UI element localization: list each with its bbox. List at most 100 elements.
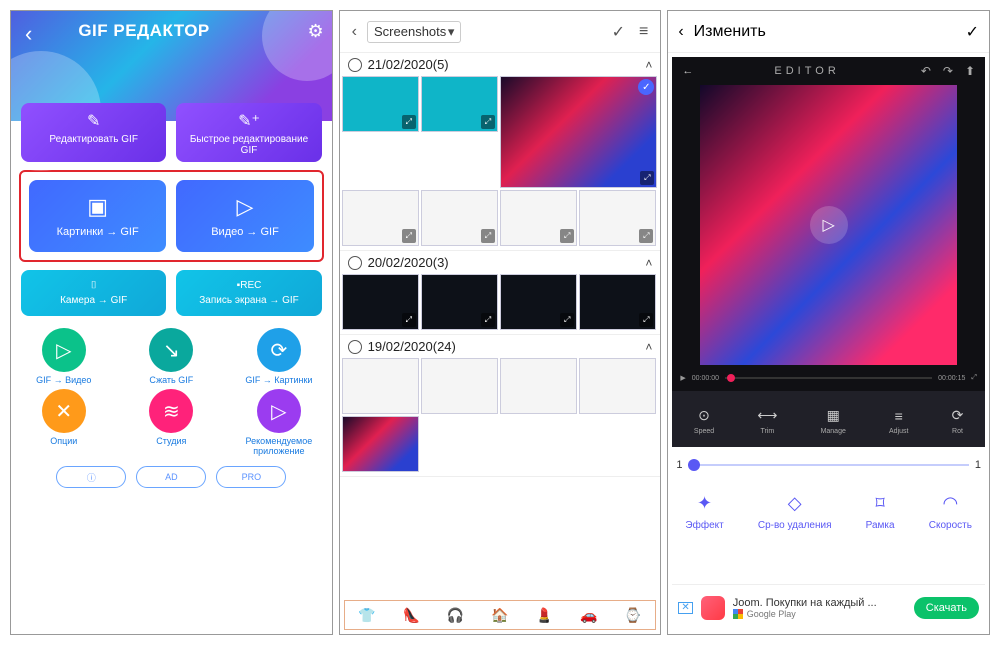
edit-gif-card[interactable]: ✎ Редактировать GIF [21,103,166,162]
select-all-radio[interactable] [348,340,362,354]
ad-download-button[interactable]: Скачать [914,597,979,619]
export-icon[interactable]: ⬆ [965,64,975,78]
ad-pill[interactable]: AD [136,466,206,488]
frame-icon: ⌑ [876,493,885,514]
emoji-headphones[interactable]: 🎧 [447,607,464,624]
expand-icon[interactable]: ⤢ [481,229,495,243]
expand-icon[interactable]: ⤢ [560,313,574,327]
emoji-car[interactable]: 🚗 [580,607,597,624]
expand-icon[interactable]: ⤢ [640,171,654,185]
expand-icon[interactable]: ⤢ [639,229,653,243]
screenrec-to-gif-card[interactable]: ▪REC Запись экрана → GIF [176,270,321,316]
timeline-track[interactable] [725,377,932,379]
thumbnail[interactable]: ⤢ [579,274,656,330]
thumbnail[interactable]: ⤢ [342,274,419,330]
circle-compress-gif[interactable]: ↘Сжать GIF [121,328,223,385]
thumbnail[interactable]: ⤢ [342,76,419,132]
chevron-up-icon[interactable]: ˄ [645,340,652,354]
thumbnail[interactable] [342,358,419,414]
emoji-shoe[interactable]: 👠 [403,607,420,624]
thumbnail[interactable] [342,416,419,472]
camera-to-gif-card[interactable]: ⌷ Камера → GIF [21,270,166,316]
ad-banner[interactable]: ✕ Joom. Покупки на каждый ... Google Pla… [672,584,985,630]
folder-dropdown[interactable]: Screenshots ▾ [367,21,461,43]
page-title: Изменить [694,23,766,41]
eraser-icon: ◇ [788,493,802,514]
thumbnail[interactable]: ⤢ [500,190,577,246]
info-pill[interactable]: ⓘ [56,466,126,488]
circle-gif-to-images[interactable]: ⟳GIF → Картинки [228,328,330,385]
redo-icon[interactable]: ↷ [943,64,953,78]
settings-icon[interactable]: ⚙ [308,21,324,42]
chevron-up-icon[interactable]: ˄ [645,58,652,72]
pen-icon: ✎ [87,111,100,131]
editor-back-icon[interactable]: ← [682,65,693,77]
quick-edit-gif-card[interactable]: ✎⁺ Быстрое редактирование GIF [176,103,321,162]
ad-close-icon[interactable]: ✕ [678,602,692,614]
tool-speed[interactable]: ◠Скорость [929,493,972,531]
expand-icon[interactable]: ⤢ [402,313,416,327]
ed-tool-manage[interactable]: ▦Manage [821,407,846,435]
tool-frame[interactable]: ⌑Рамка [866,493,895,531]
circle-options[interactable]: ✕Опции [13,389,115,456]
select-all-radio[interactable] [348,256,362,270]
emoji-watch[interactable]: ⌚ [624,607,641,624]
expand-icon[interactable]: ⤢ [402,229,416,243]
emoji-lipstick[interactable]: 💄 [536,607,553,624]
ed-tool-rotate[interactable]: ⟳Rot [952,407,964,435]
google-play-icon [733,609,743,619]
expand-icon[interactable]: ⤢ [402,115,416,129]
ed-tool-trim[interactable]: ⟷Trim [757,407,777,435]
thumbnail[interactable] [579,358,656,414]
label: Редактировать GIF [49,134,138,145]
play-button[interactable]: ▷ [810,206,848,244]
tool-eraser[interactable]: ◇Ср-во удаления [758,493,832,531]
confirm-icon[interactable]: ✓ [966,22,979,42]
thumbnail[interactable]: ⤢ [421,76,498,132]
slider-track[interactable] [688,464,968,466]
video-to-gif-card[interactable]: ▷ Видео → GIF [176,180,313,252]
ad-store: Google Play [747,609,796,619]
select-all-radio[interactable] [348,58,362,72]
circle-recommended[interactable]: ▷Рекомендуемое приложение [228,389,330,456]
frame-slider[interactable]: 1 1 [668,447,989,479]
category-emoji-bar[interactable]: 👕 👠 🎧 🏠 💄 🚗 ⌚ [344,600,657,630]
circle-gif-to-video[interactable]: ▷GIF → Видео [13,328,115,385]
thumbnail[interactable]: ⤢ [342,190,419,246]
back-icon[interactable]: ‹ [348,19,361,45]
thumbnail[interactable]: ⤢ [421,190,498,246]
expand-icon[interactable]: ⤢ [639,313,653,327]
thumbnail[interactable]: ⤢ [579,190,656,246]
back-icon[interactable]: ‹ [19,17,38,51]
emoji-shirt[interactable]: 👕 [358,607,375,624]
expand-icon[interactable]: ⤢ [481,313,495,327]
thumbnail[interactable]: ⤢ [500,274,577,330]
emoji-house[interactable]: 🏠 [491,607,508,624]
confirm-icon[interactable]: ✓ [608,18,629,46]
group-header[interactable]: 20/02/2020(3) ˄ [340,251,661,274]
highlight-box: ▣ Картинки → GIF ▷ Видео → GIF [19,170,324,262]
tool-effect[interactable]: ✦Эффект [685,493,723,531]
undo-icon[interactable]: ↶ [921,64,931,78]
circle-studio[interactable]: ≋Студия [121,389,223,456]
expand-icon[interactable]: ⤢ [560,229,574,243]
group-header[interactable]: 19/02/2020(24) ˄ [340,335,661,358]
thumbnail[interactable] [421,358,498,414]
images-to-gif-card[interactable]: ▣ Картинки → GIF [29,180,166,252]
label: Запись экрана → GIF [199,295,299,306]
ed-tool-adjust[interactable]: ≡Adjust [889,408,908,435]
preview-canvas[interactable]: ▷ [700,85,957,365]
pro-pill[interactable]: PRO [216,466,286,488]
timeline[interactable]: ▶ 00:00:00 00:00:15 ⤢ [672,365,985,391]
expand-icon[interactable]: ⤢ [481,115,495,129]
play-icon[interactable]: ▶ [680,374,685,382]
fullscreen-icon[interactable]: ⤢ [971,374,977,382]
thumbnail[interactable] [500,358,577,414]
ed-tool-speed[interactable]: ⊙Speed [694,407,714,435]
filter-icon[interactable]: ≡ [635,19,652,45]
back-icon[interactable]: ‹ [678,23,683,41]
thumbnail-selected[interactable]: ✓⤢ [500,76,657,188]
thumbnail[interactable]: ⤢ [421,274,498,330]
chevron-up-icon[interactable]: ˄ [645,256,652,270]
group-header[interactable]: 21/02/2020(5) ˄ [340,53,661,76]
